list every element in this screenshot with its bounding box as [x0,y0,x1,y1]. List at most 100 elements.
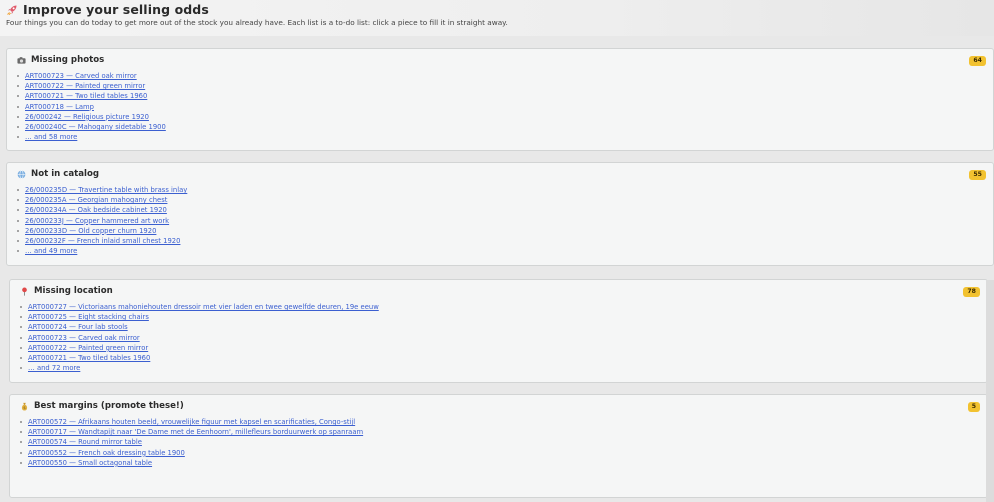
list-item: ART000574 — Round mirror table [20,437,363,447]
list-item: ART000722 — Painted green mirror [17,81,166,91]
missing-photos-card: Missing photos 64 ART000723 — Carved oak… [6,48,994,151]
bullet [17,199,19,202]
item-link[interactable]: 26/000235D — Travertine table with brass… [25,186,187,194]
card-header: $ Best margins (promote these!) [20,401,184,411]
bullet [17,115,19,118]
item-link[interactable]: 26/000234A — Oak bedside cabinet 1920 [25,206,167,214]
item-link[interactable]: ART000724 — Four lab stools [28,323,128,331]
item-link[interactable]: ART000574 — Round mirror table [28,438,142,446]
list-item: ART000724 — Four lab stools [20,322,379,332]
item-link[interactable]: ART000721 — Two tiled tables 1960 [28,354,150,362]
bullet [20,421,22,424]
bullet [20,357,22,360]
svg-text:$: $ [23,406,25,410]
todo-list: ART000723 — Carved oak mirror ART000722 … [17,71,166,142]
bullet [20,316,22,319]
card-header: Not in catalog [17,169,99,179]
more-link[interactable]: … and 49 more [25,247,77,255]
item-link[interactable]: ART000725 — Eight stacking chairs [28,313,149,321]
bullet [20,461,22,464]
bullet [20,441,22,444]
item-link[interactable]: 26/000240C — Mahogany sidetable 1900 [25,123,166,131]
bullet [17,105,19,108]
scrollbar[interactable] [986,280,994,502]
bullet [17,250,19,253]
item-link[interactable]: ART000550 — Small octagonal table [28,459,152,467]
count-badge: 5 [967,402,980,412]
item-link[interactable]: ART000723 — Carved oak mirror [28,334,140,342]
list-item: ART000572 — Afrikaans houten beeld, vrou… [20,417,363,427]
item-link[interactable]: 26/000233J — Copper hammered art work [25,217,169,225]
item-link[interactable]: ART000727 — Victoriaans mahoniehouten dr… [28,303,379,311]
item-link[interactable]: 26/000235A — Georgian mahogany chest [25,196,167,204]
list-item: … and 49 more [17,246,187,256]
list-item: 26/000233D — Old copper churn 1920 [17,226,187,236]
page-title: Improve your selling odds [23,2,209,17]
bullet [20,346,22,349]
bullet [17,95,19,98]
todo-list: ART000572 — Afrikaans houten beeld, vrou… [20,417,363,468]
list-item: ART000718 — Lamp [17,102,166,112]
map-pin-icon [22,287,27,296]
bullet [17,240,19,243]
list-item: ART000721 — Two tiled tables 1960 [20,353,379,363]
list-item: ART000725 — Eight stacking chairs [20,312,379,322]
bullet [17,75,19,78]
bullet [20,367,22,370]
item-link[interactable]: ART000723 — Carved oak mirror [25,72,137,80]
count-badge: 55 [969,170,986,180]
list-item: 26/000234A — Oak bedside cabinet 1920 [17,205,187,215]
item-link[interactable]: ART000722 — Painted green mirror [25,82,145,90]
item-link[interactable]: ART000717 — Wandtapijt naar 'De Dame met… [28,428,363,436]
rocket-icon [7,5,17,15]
bullet [17,209,19,212]
list-item: … and 58 more [17,132,166,142]
card-header: Missing location [20,286,113,296]
bullet [20,451,22,454]
list-item: ART000723 — Carved oak mirror [17,71,166,81]
item-link[interactable]: 26/000232F — French inlaid small chest 1… [25,237,180,245]
bullet [20,431,22,434]
list-item: ART000727 — Victoriaans mahoniehouten dr… [20,302,379,312]
card-title: Missing location [34,286,113,296]
best-margins-card: $ Best margins (promote these!) 5 ART000… [9,394,988,498]
list-item: 26/000242 — Religious picture 1920 [17,112,166,122]
card-title: Missing photos [31,55,105,65]
more-link[interactable]: … and 72 more [28,364,80,372]
camera-icon [17,56,26,64]
bullet [17,219,19,222]
list-item: 26/000232F — French inlaid small chest 1… [17,236,187,246]
list-item: ART000552 — French oak dressing table 19… [20,448,363,458]
todo-list: ART000727 — Victoriaans mahoniehouten dr… [20,302,379,373]
list-item: ART000717 — Wandtapijt naar 'De Dame met… [20,427,363,437]
title-row: Improve your selling odds [6,2,209,17]
globe-icon [17,169,26,179]
card-title: Best margins (promote these!) [34,401,184,411]
list-item: 26/000235D — Travertine table with brass… [17,185,187,195]
bullet [17,229,19,232]
card-title: Not in catalog [31,169,100,179]
count-badge: 78 [963,287,980,297]
bullet [17,85,19,88]
more-link[interactable]: … and 58 more [25,133,77,141]
money-bag-icon: $ [21,402,28,411]
list-item: 26/000233J — Copper hammered art work [17,216,187,226]
page-header: Improve your selling odds Four things yo… [0,0,994,36]
list-item: 26/000235A — Georgian mahogany chest [17,195,187,205]
item-link[interactable]: 26/000233D — Old copper churn 1920 [25,227,156,235]
list-item: 26/000240C — Mahogany sidetable 1900 [17,122,166,132]
item-link[interactable]: ART000722 — Painted green mirror [28,344,148,352]
bullet [17,126,19,129]
bullet [20,326,22,329]
item-link[interactable]: ART000572 — Afrikaans houten beeld, vrou… [28,418,355,426]
page-subtitle: Four things you can do today to get more… [6,18,508,27]
bullet [20,306,22,309]
item-link[interactable]: ART000718 — Lamp [25,103,94,111]
missing-location-card: Missing location 78 ART000727 — Victoria… [9,279,988,383]
bullet [17,189,19,192]
item-link[interactable]: 26/000242 — Religious picture 1920 [25,113,149,121]
list-item: ART000723 — Carved oak mirror [20,333,379,343]
item-link[interactable]: ART000721 — Two tiled tables 1960 [25,92,147,100]
item-link[interactable]: ART000552 — French oak dressing table 19… [28,449,185,457]
list-item: ART000722 — Painted green mirror [20,343,379,353]
